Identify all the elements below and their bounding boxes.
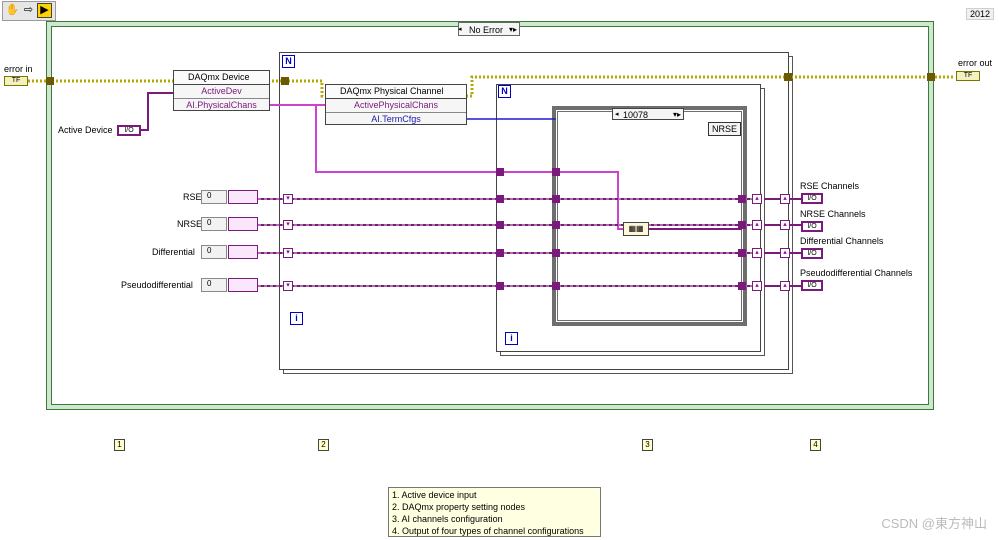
active-device-wire [140,92,176,131]
outer-shift-register-nrse[interactable]: ▴ [780,220,790,230]
legend-item: 4. Output of four types of channel confi… [392,526,584,536]
input-label-nrse: NRSE [177,219,203,229]
nrse-channels-indicator[interactable]: I/O [801,221,823,232]
legend-item: 2. DAQmx property setting nodes [392,502,526,512]
daqmx-channel-row-0[interactable]: ActivePhysicalChans [326,99,466,113]
input-label-pseudodifferential: Pseudodifferential [121,280,193,290]
rse-channels-indicator[interactable]: I/O [801,193,823,204]
nrse-index-control[interactable]: 0 [201,217,227,231]
shift-register-right-nrse[interactable]: ▴ [752,220,762,230]
nrse-array-control[interactable] [228,217,258,231]
marker-2: 2 [318,439,329,451]
rse-index-control[interactable]: 0 [201,190,227,204]
differential-array-control[interactable] [228,245,258,259]
differential-index-control[interactable]: 0 [201,245,227,259]
pseudodifferential-channels-indicator[interactable]: I/O [801,280,823,291]
error-wire-mid [268,79,326,98]
legend-box: 1. Active device input 2. DAQmx property… [388,487,601,537]
outer-shift-register-rse[interactable]: ▴ [780,194,790,204]
rse-array-control[interactable] [228,190,258,204]
output-label-rse: RSE Channels [800,181,860,191]
daqmx-device-row-1[interactable]: AI.PhysicalChans [174,99,269,112]
output-label-differential: Differential Channels [800,236,884,246]
shift-register-left-differential[interactable]: ▾ [283,248,293,258]
input-label-differential: Differential [152,247,195,257]
error-in-control[interactable]: TF [4,76,28,86]
error-in-label: error in [4,64,33,74]
daqmx-channel-row-1[interactable]: AI.TermCfgs [326,113,466,126]
pseudodifferential-index-control[interactable]: 0 [201,278,227,292]
rse-index-value: 0 [207,191,212,200]
shift-register-right-pseudodifferential[interactable]: ▴ [752,281,762,291]
input-label-rse: RSE [183,192,202,202]
daqmx-device-header: DAQmx Device [174,71,269,85]
outer-shift-register-differential[interactable]: ▴ [780,248,790,258]
differential-index-value: 0 [207,246,212,255]
watermark: CSDN @東方神山 [881,516,987,531]
error-out-indicator[interactable]: TF [956,71,980,81]
legend-item: 1. Active device input [392,490,477,500]
shift-register-left-nrse[interactable]: ▾ [283,220,293,230]
build-array-icon[interactable]: ▦▦ [623,222,649,236]
marker-1: 1 [114,439,125,451]
outer-shift-register-pseudodifferential[interactable]: ▴ [780,281,790,291]
pseudodifferential-index-value: 0 [207,279,212,288]
daqmx-device-row-0[interactable]: ActiveDev [174,85,269,99]
output-label-nrse: NRSE Channels [800,209,866,219]
error-out-label: error out [958,58,993,68]
marker-3: 3 [642,439,653,451]
active-device-control[interactable]: I/O [117,125,141,136]
daqmx-channel-header: DAQmx Physical Channel [326,85,466,99]
pseudodifferential-array-control[interactable] [228,278,258,292]
daqmx-physical-channel-property-node[interactable]: DAQmx Physical Channel ActivePhysicalCha… [325,84,467,125]
nrse-index-value: 0 [207,218,212,227]
error-wire-out [466,75,955,98]
differential-channels-indicator[interactable]: I/O [801,248,823,259]
shift-register-left-rse[interactable]: ▾ [283,194,293,204]
shift-register-left-pseudodifferential[interactable]: ▾ [283,281,293,291]
active-device-label: Active Device [58,125,113,135]
legend-item: 3. AI channels configuration [392,514,503,524]
daqmx-device-property-node[interactable]: DAQmx Device ActiveDev AI.PhysicalChans [173,70,270,111]
marker-4: 4 [810,439,821,451]
shift-register-right-rse[interactable]: ▴ [752,194,762,204]
shift-register-right-differential[interactable]: ▴ [752,248,762,258]
output-label-pseudodifferential: Pseudodifferential Channels [800,268,913,278]
